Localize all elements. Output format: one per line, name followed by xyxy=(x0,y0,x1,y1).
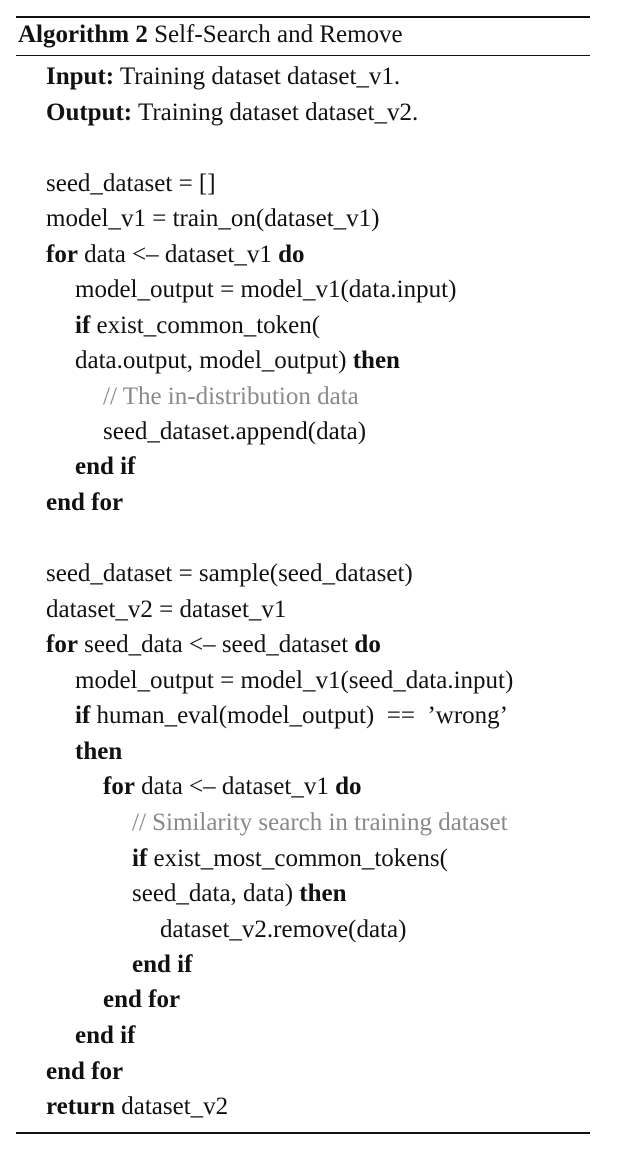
then-keyword: then xyxy=(299,880,347,907)
then-keyword: then xyxy=(352,347,400,374)
code-line-26: return dataset_v2 xyxy=(46,1091,228,1123)
code-line-5: if exist_common_token( xyxy=(75,310,320,342)
top-rule xyxy=(16,16,590,18)
algorithm-name: Self-Search and Remove xyxy=(154,21,403,48)
comment-line-18: // Similarity search in training dataset xyxy=(132,809,508,836)
code-line-6: data.output, model_output) then xyxy=(75,345,400,377)
code-line-4: model_output = model_v1(data.input) xyxy=(75,276,457,303)
condition-text: exist_most_common_tokens( xyxy=(153,845,448,872)
do-keyword: do xyxy=(278,241,305,268)
return-value: dataset_v2 xyxy=(121,1093,229,1120)
algorithm-title: Algorithm 2 Self-Search and Remove xyxy=(18,19,403,51)
code-line-14: model_output = model_v1(seed_data.input) xyxy=(75,667,514,694)
algorithm-label: Algorithm 2 xyxy=(18,21,148,48)
do-keyword: do xyxy=(354,631,381,658)
code-line-9: end if xyxy=(75,453,136,480)
condition-text: exist_common_token( xyxy=(96,312,321,339)
code-line-20: seed_data, data) then xyxy=(132,878,347,910)
loop-expression: data <– dataset_v1 xyxy=(84,241,272,268)
output-line: Output: Training dataset dataset_v2. xyxy=(46,97,418,129)
input-keyword: Input: xyxy=(46,63,115,90)
code-line-15: if human_eval(model_output) == ’wrong’ xyxy=(75,700,508,732)
condition-text: seed_data, data) xyxy=(132,880,294,907)
if-keyword: if xyxy=(132,845,148,872)
loop-expression: data <– dataset_v1 xyxy=(141,773,329,800)
condition-text: data.output, model_output) xyxy=(75,347,347,374)
code-line-24: end if xyxy=(75,1022,136,1049)
code-line-11: seed_dataset = sample(seed_dataset) xyxy=(46,560,413,587)
comment-line-7: // The in-distribution data xyxy=(103,383,359,410)
do-keyword: do xyxy=(335,773,362,800)
code-line-23: end for xyxy=(103,986,181,1013)
code-line-1: seed_dataset = [] xyxy=(46,170,216,197)
code-line-25: end for xyxy=(46,1058,124,1085)
code-line-13: for seed_data <– seed_dataset do xyxy=(46,629,381,661)
output-text: Training dataset dataset_v2. xyxy=(137,99,419,126)
code-line-22: end if xyxy=(132,951,193,978)
title-rule xyxy=(16,55,590,56)
code-line-8: seed_dataset.append(data) xyxy=(103,418,367,445)
output-keyword: Output: xyxy=(46,99,133,126)
for-keyword: for xyxy=(46,241,78,268)
code-line-10: end for xyxy=(46,489,124,516)
input-line: Input: Training dataset dataset_v1. xyxy=(46,61,400,93)
bottom-rule xyxy=(16,1132,590,1134)
code-line-19: if exist_most_common_tokens( xyxy=(132,843,448,875)
loop-expression: seed_data <– seed_dataset xyxy=(84,631,349,658)
code-line-21: dataset_v2.remove(data) xyxy=(160,916,407,943)
return-keyword: return xyxy=(46,1093,115,1120)
code-line-12: dataset_v2 = dataset_v1 xyxy=(46,596,287,623)
if-keyword: if xyxy=(75,312,91,339)
if-keyword: if xyxy=(75,702,91,729)
for-keyword: for xyxy=(103,773,135,800)
code-line-16: then xyxy=(75,738,123,765)
condition-text: human_eval(model_output) == ’wrong’ xyxy=(96,702,508,729)
for-keyword: for xyxy=(46,631,78,658)
input-text: Training dataset dataset_v1. xyxy=(119,63,401,90)
code-line-17: for data <– dataset_v1 do xyxy=(103,771,361,803)
code-line-3: for data <– dataset_v1 do xyxy=(46,239,304,271)
code-line-2: model_v1 = train_on(dataset_v1) xyxy=(46,205,380,232)
